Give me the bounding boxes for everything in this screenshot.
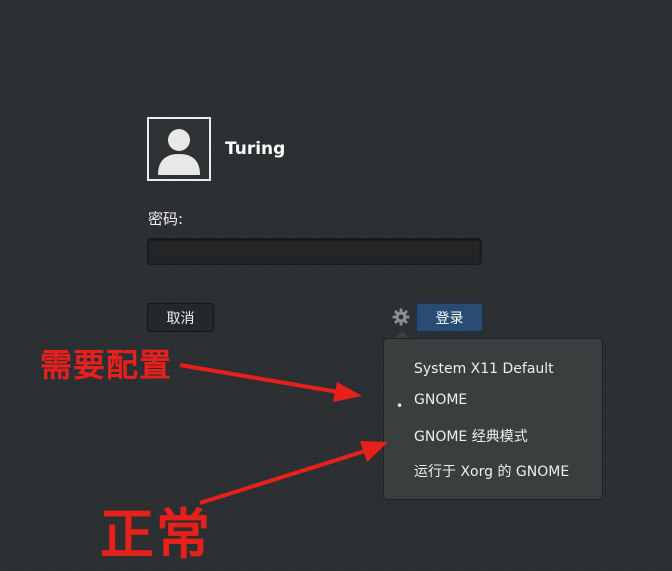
arrow-to-gnome bbox=[179, 363, 362, 402]
annotation-arrows bbox=[179, 363, 388, 505]
arrow-to-gnome-classic bbox=[199, 441, 388, 505]
